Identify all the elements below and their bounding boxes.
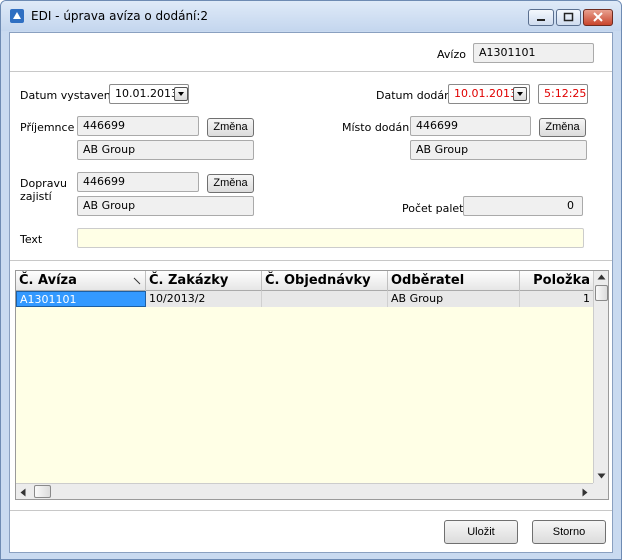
minimize-button[interactable]: [528, 9, 554, 26]
scroll-right-icon[interactable]: [582, 488, 588, 497]
vertical-scrollbar[interactable]: [593, 271, 608, 483]
sort-indicator-icon: [133, 277, 141, 285]
delivery-time-field[interactable]: 5:12:25: [538, 84, 588, 104]
transport-change-button[interactable]: Změna: [207, 174, 254, 193]
separator-top: [10, 71, 612, 72]
text-field[interactable]: [77, 228, 584, 248]
title-bar[interactable]: EDI - úprava avíza o dodání:2: [1, 1, 621, 31]
vertical-scroll-thumb[interactable]: [595, 285, 608, 301]
transport-label-line1: Dopravu: [20, 177, 67, 190]
minimize-icon: [537, 19, 545, 21]
cell-order[interactable]: 10/2013/2: [146, 291, 262, 307]
column-header-order[interactable]: Č. Zakázky: [146, 271, 262, 291]
transport-label-line2: zajistí: [20, 190, 52, 203]
grid-header: Č. Avíza Č. Zakázky Č. Objednávky Odběra…: [16, 271, 593, 291]
scroll-left-icon[interactable]: [20, 488, 26, 497]
issue-date-label: Datum vystavení: [20, 89, 114, 102]
cancel-button[interactable]: Storno: [532, 520, 606, 544]
delivery-date-dropdown-icon[interactable]: [513, 87, 527, 101]
recipient-name-field[interactable]: AB Group: [77, 140, 254, 160]
save-button[interactable]: Uložit: [444, 520, 518, 544]
transport-name-field[interactable]: AB Group: [77, 196, 254, 216]
scroll-down-icon[interactable]: [597, 473, 606, 479]
close-button[interactable]: [583, 9, 613, 26]
maximize-button[interactable]: [556, 9, 581, 26]
recipient-label: Příjemnce: [20, 121, 75, 134]
delivery-place-code-field[interactable]: 446699: [410, 116, 531, 136]
scroll-up-icon[interactable]: [597, 274, 606, 280]
window-title: EDI - úprava avíza o dodání:2: [31, 9, 209, 23]
delivery-place-name-field[interactable]: AB Group: [410, 140, 587, 160]
column-header-item[interactable]: Položka: [520, 271, 593, 291]
horizontal-scrollbar[interactable]: [16, 483, 593, 499]
recipient-code-field[interactable]: 446699: [77, 116, 199, 136]
pallets-field[interactable]: 0: [463, 196, 583, 216]
aviso-field[interactable]: A1301101: [473, 43, 594, 63]
issue-date-dropdown-icon[interactable]: [174, 87, 188, 101]
aviso-grid: Č. Avíza Č. Zakázky Č. Objednávky Odběra…: [15, 270, 609, 500]
transport-code-field[interactable]: 446699: [77, 172, 199, 192]
pallets-label: Počet palet: [402, 202, 464, 215]
table-row[interactable]: A1301101 10/2013/2 AB Group 1: [16, 291, 593, 307]
app-window: EDI - úprava avíza o dodání:2 Avízo A130…: [0, 0, 622, 560]
recipient-change-button[interactable]: Změna: [207, 118, 254, 137]
close-icon: [593, 12, 603, 22]
cell-customer[interactable]: AB Group: [388, 291, 520, 307]
cell-purchase-order[interactable]: [262, 291, 388, 307]
dialog-content: Avízo A1301101 Datum vystavení 10.01.201…: [9, 32, 613, 553]
maximize-icon: [563, 12, 574, 22]
column-header-purchase-order[interactable]: Č. Objednávky: [262, 271, 388, 291]
delivery-date-label: Datum dodání: [376, 89, 455, 102]
cell-aviso[interactable]: A1301101: [16, 291, 146, 307]
column-header-aviso[interactable]: Č. Avíza: [16, 271, 146, 291]
horizontal-scroll-thumb[interactable]: [34, 485, 51, 498]
aviso-label: Avízo: [437, 48, 466, 61]
app-logo-icon: [10, 9, 24, 23]
delivery-place-label: Místo dodání: [342, 121, 413, 134]
text-label: Text: [20, 233, 43, 246]
scroll-corner: [593, 483, 608, 499]
delivery-place-change-button[interactable]: Změna: [539, 118, 586, 137]
cell-item[interactable]: 1: [520, 291, 593, 307]
separator-bottom: [10, 510, 612, 511]
column-header-customer[interactable]: Odběratel: [388, 271, 520, 291]
separator-middle: [10, 260, 612, 261]
